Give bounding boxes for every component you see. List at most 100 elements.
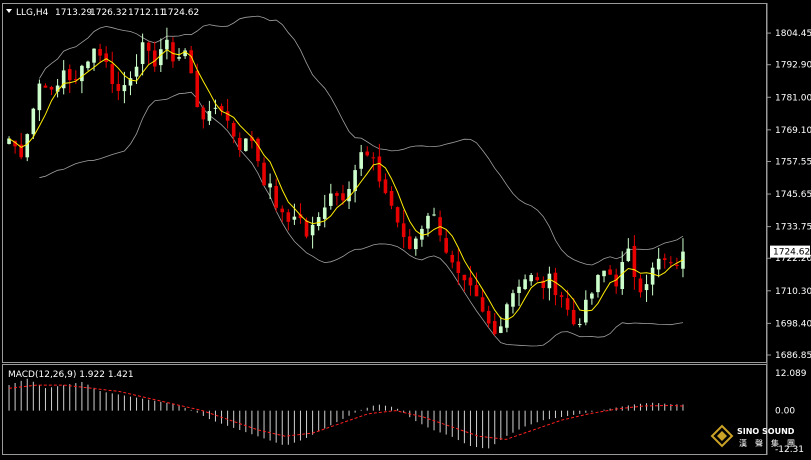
candle-body: [389, 191, 394, 206]
candle-body: [505, 304, 509, 328]
candle-body: [547, 273, 552, 289]
candle-body: [407, 236, 412, 249]
candle-body: [450, 254, 455, 263]
ohlc-low: 1712.11: [128, 8, 165, 18]
candle-body: [529, 275, 533, 282]
candle-body: [456, 261, 461, 273]
candle-body: [110, 64, 115, 84]
candle-body: [43, 85, 48, 88]
logo-char-1: 漢: [739, 438, 747, 448]
candle-body: [134, 66, 139, 77]
candle-body: [626, 248, 631, 261]
candle-body: [359, 152, 363, 169]
candle-body: [662, 258, 667, 260]
chart-menu-triangle-icon[interactable]: [6, 9, 12, 13]
candle-body: [675, 264, 679, 267]
candle-body: [632, 246, 637, 278]
price-tick-label: 1757.55: [775, 157, 811, 167]
ohlc-open: 1713.29: [55, 8, 92, 18]
candle-body: [377, 156, 382, 182]
candle-body: [237, 137, 242, 150]
price-tick-label: 1745.65: [775, 190, 811, 200]
candle-body: [577, 324, 582, 326]
candle-body: [201, 107, 206, 120]
macd-tick-label: 0.00: [775, 407, 795, 417]
candle-body: [189, 50, 193, 74]
price-tick-label: 1792.90: [775, 61, 811, 71]
candle-body: [304, 220, 309, 237]
price-tick-label: 1733.75: [775, 223, 811, 233]
candle-body: [49, 87, 54, 90]
candle-body: [669, 262, 673, 264]
price-tick-label: 1769.10: [775, 126, 811, 136]
candle-body: [152, 50, 157, 67]
candle-body: [499, 326, 503, 333]
logo-char-4: 團: [787, 439, 795, 448]
candle-body: [195, 70, 200, 108]
moving-average: [8, 49, 684, 321]
candlesticks: [7, 27, 685, 336]
candle-body: [511, 293, 515, 307]
candle-body: [140, 42, 145, 65]
macd-indicator: 12.0890.00-12.31: [8, 369, 807, 455]
candle-body: [401, 223, 406, 238]
candle-body: [414, 238, 418, 250]
candle-body: [310, 224, 315, 236]
candle-body: [207, 110, 212, 121]
price-tick-label: 1698.40: [775, 319, 811, 329]
candle-body: [365, 151, 370, 156]
svg-text:1724.62: 1724.62: [773, 248, 810, 258]
candle-body: [371, 157, 376, 159]
candle-body: [341, 193, 345, 201]
candle-body: [565, 298, 570, 310]
candle-body: [225, 111, 230, 121]
candle-body: [608, 269, 612, 275]
price-tick-label: 1781.00: [775, 93, 811, 103]
logo-brand: SINO SOUND: [737, 427, 795, 436]
candle-body: [25, 134, 30, 158]
candle-body: [262, 162, 266, 186]
candle-body: [116, 83, 121, 91]
candle-body: [286, 212, 291, 222]
candle-body: [104, 53, 108, 62]
candle-body: [426, 215, 430, 229]
macd-signal-line: [8, 384, 684, 440]
price-tick-label: 1804.45: [775, 29, 811, 39]
candle-body: [165, 39, 169, 50]
candle-body: [335, 193, 339, 196]
candle-body: [86, 61, 90, 69]
candle-body: [316, 217, 321, 227]
bollinger-upper: [39, 15, 684, 266]
candle-body: [523, 279, 527, 290]
candle-body: [268, 183, 272, 188]
candle-body: [590, 293, 594, 299]
candle-body: [474, 285, 479, 297]
candle-body: [292, 216, 297, 220]
candle-body: [602, 270, 606, 277]
candle-body: [480, 297, 485, 312]
current-price-tag: 1724.62: [770, 245, 810, 258]
symbol-label: LLG,H4: [16, 8, 49, 18]
trading-chart[interactable]: 1804.45 1792.90 1781.00 1769.10 1757.55 1745.…: [0, 0, 811, 460]
candle-body: [92, 48, 96, 63]
candle-body: [98, 48, 102, 56]
candle-body: [468, 277, 473, 286]
candle-body: [322, 207, 327, 219]
candle-body: [559, 295, 564, 297]
ohlc-high: 1726.32: [90, 8, 127, 18]
candle-body: [122, 85, 127, 92]
candle-body: [274, 186, 278, 208]
candle-body: [444, 238, 448, 253]
candle-body: [37, 83, 42, 111]
logo-char-3: 集: [771, 438, 779, 448]
price-tick-label: 1686.85: [775, 351, 811, 361]
candle-body: [329, 193, 333, 206]
candle-body: [146, 42, 151, 51]
candle-body: [31, 108, 36, 135]
price-tick-label: 1710.30: [775, 287, 811, 297]
candle-body: [486, 310, 491, 324]
macd-tick-label: 12.089: [775, 369, 807, 379]
candle-body: [80, 65, 84, 82]
ohlc-close: 1724.62: [162, 8, 199, 18]
candle-body: [280, 208, 285, 213]
